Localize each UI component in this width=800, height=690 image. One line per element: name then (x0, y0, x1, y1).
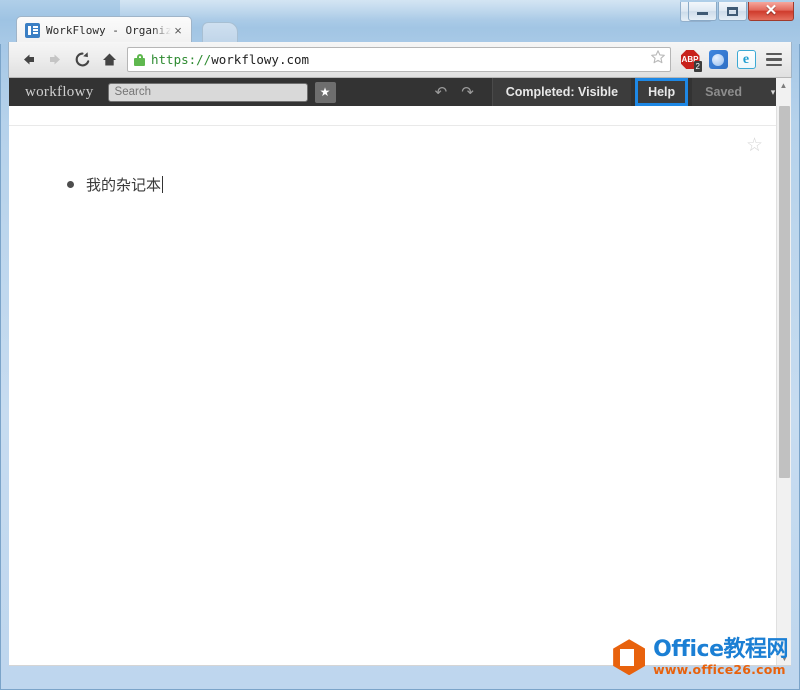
watermark-text: Office教程网 www.office26.com (653, 636, 788, 677)
url-text: https://workflowy.com (151, 52, 309, 67)
browser-toolbar: https://workflowy.com ABP 2 e (8, 42, 792, 78)
scrollbar-up-button[interactable]: ▲ (776, 78, 791, 106)
tab-strip: WorkFlowy - Organize yo × (8, 14, 792, 44)
workflowy-logo[interactable]: workflowy (9, 84, 108, 101)
forward-button[interactable] (42, 46, 69, 73)
reload-button[interactable] (69, 46, 96, 73)
text-cursor (162, 176, 164, 193)
forward-arrow-icon (50, 54, 60, 65)
evernote-label: e (736, 50, 756, 69)
url-scheme: https:// (151, 52, 212, 67)
watermark-title: Office教程网 (653, 636, 788, 662)
starred-items-button[interactable]: ★ (314, 81, 336, 103)
page-content: ☆ 我的杂记本 ▼ (9, 106, 791, 666)
bullet-icon[interactable] (67, 181, 74, 188)
home-icon (103, 53, 116, 66)
tab-close-icon[interactable]: × (171, 24, 185, 38)
watermark-url: www.office26.com (653, 661, 786, 677)
saved-status: Saved (692, 78, 755, 106)
lock-icon (134, 53, 145, 66)
url-host: workflowy.com (211, 52, 310, 67)
outline-item-text[interactable]: 我的杂记本 (86, 174, 161, 195)
tab-title: WorkFlowy - Organize yo (46, 24, 171, 37)
content-divider (9, 125, 776, 126)
completed-visibility-button[interactable]: Completed: Visible (492, 78, 632, 106)
favorite-star-icon[interactable]: ☆ (746, 136, 763, 155)
browser-tab[interactable]: WorkFlowy - Organize yo × (16, 16, 192, 44)
address-bar[interactable]: https://workflowy.com (127, 47, 671, 72)
abp-badge: 2 (693, 60, 702, 72)
evernote-extension-icon[interactable]: e (735, 49, 757, 71)
bookmark-star-icon[interactable] (644, 49, 666, 70)
home-button[interactable] (96, 46, 123, 73)
adblock-plus-icon[interactable]: ABP 2 (679, 49, 702, 72)
page-scrollbar[interactable]: ▼ (776, 106, 791, 665)
scrollbar-thumb[interactable] (779, 106, 790, 478)
outline-list: 我的杂记本 (67, 174, 751, 195)
help-button[interactable]: Help (635, 78, 689, 106)
browser-menu-button[interactable] (763, 49, 785, 71)
workflowy-app-bar: workflowy ★ ↶ ↷ Completed: Visible Help … (9, 78, 791, 106)
reload-icon (75, 52, 90, 67)
outline-item[interactable]: 我的杂记本 (67, 174, 751, 195)
undo-icon[interactable]: ↶ (435, 85, 448, 100)
hamburger-icon (766, 52, 782, 67)
browser-window: Di ✕ WorkFlowy - Organize yo × (0, 0, 800, 690)
undo-redo-group: ↶ ↷ (435, 85, 492, 100)
workflowy-favicon-icon (25, 23, 40, 38)
blue-circle-extension-icon[interactable] (707, 49, 729, 71)
extension-icons: ABP 2 e (679, 49, 785, 72)
watermark: Office教程网 www.office26.com (613, 636, 788, 677)
redo-icon[interactable]: ↷ (461, 85, 474, 100)
new-tab-button[interactable] (202, 22, 238, 43)
search-input[interactable] (107, 82, 308, 102)
office-logo-icon (613, 639, 646, 676)
back-arrow-icon (24, 54, 34, 65)
back-button[interactable] (15, 46, 42, 73)
